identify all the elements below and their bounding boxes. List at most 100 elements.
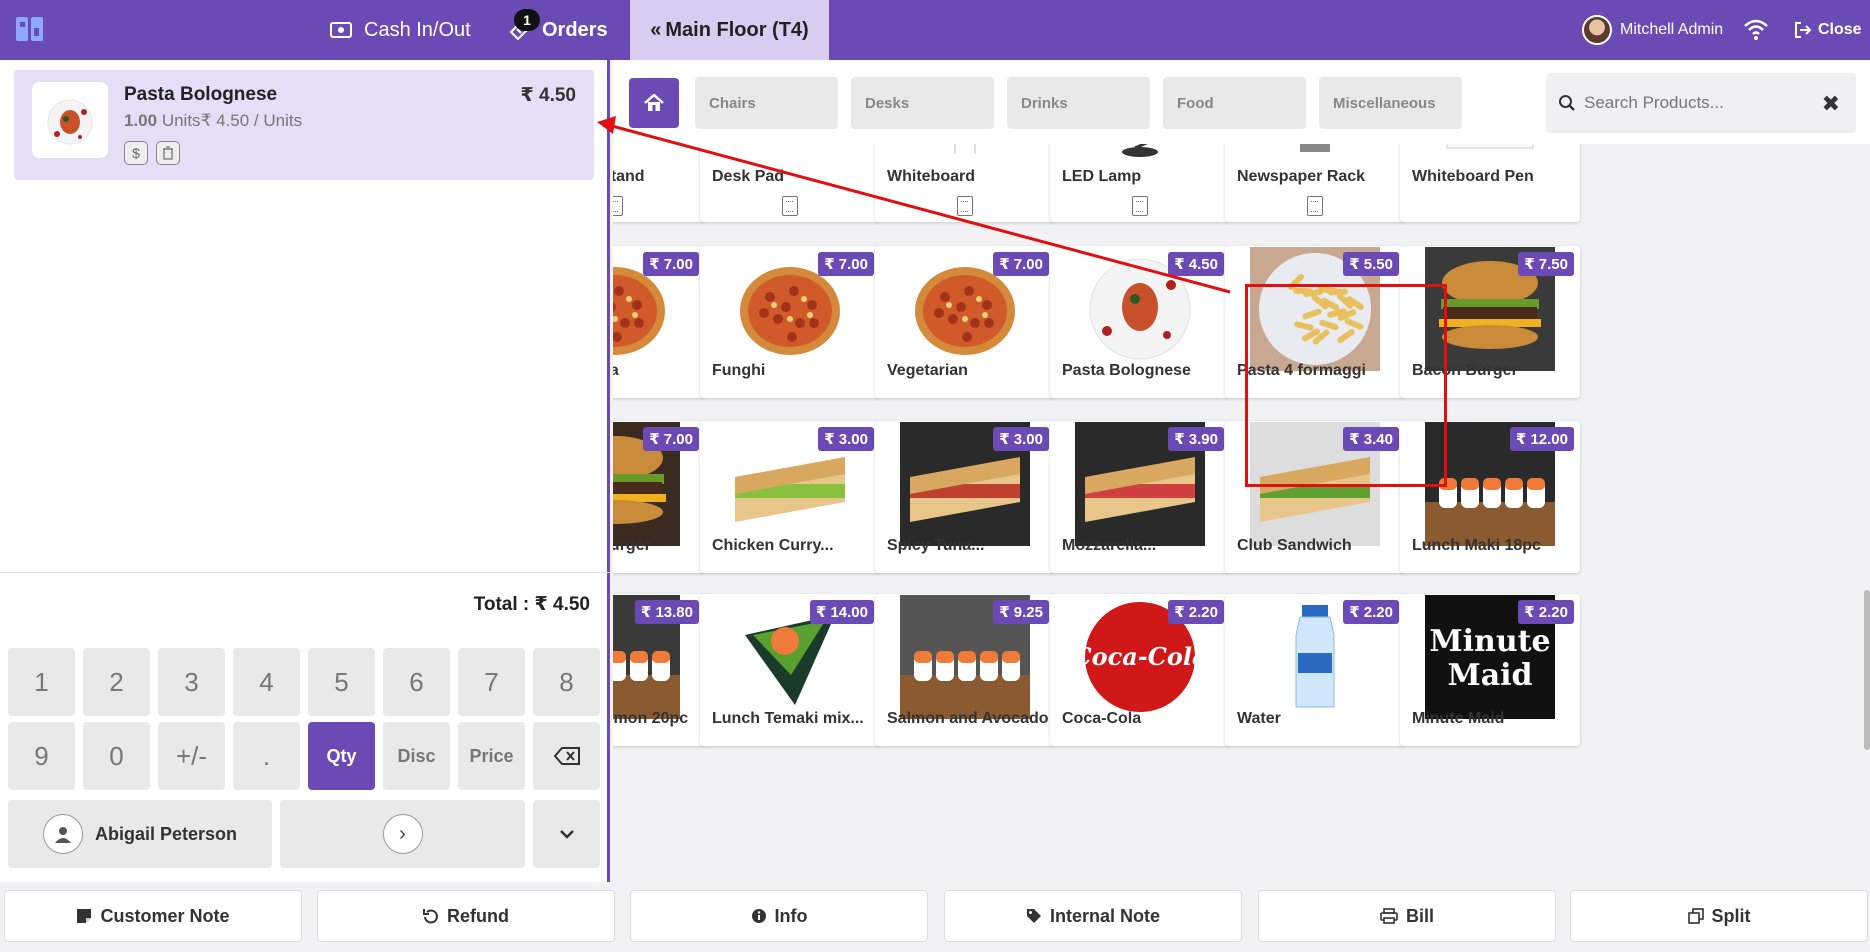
price-icon[interactable]: $ [124, 141, 148, 165]
key-9[interactable]: 9 [8, 722, 75, 790]
refund-button[interactable]: Refund [317, 890, 615, 942]
cash-in-out-button[interactable]: Cash In/Out [330, 0, 471, 60]
price-badge: ₹ 7.00 [993, 252, 1049, 276]
product-card[interactable]: Club Sandwich ₹ 3.40 [1225, 421, 1405, 573]
close-button[interactable]: Close [1794, 0, 1862, 60]
floor-back-button[interactable]: « Main Floor (T4) [630, 0, 829, 60]
product-name: Lunch Salmon 20pc [613, 710, 689, 727]
product-name: Water [1237, 710, 1281, 727]
product-card[interactable]: Cheese Burger ₹ 7.00 [613, 421, 705, 573]
product-name: Lunch Maki 18pc [1412, 537, 1541, 554]
order-line-name: Pasta Bolognese [124, 84, 278, 105]
split-button[interactable]: Split [1570, 890, 1868, 942]
key-4[interactable]: 4 [233, 648, 300, 716]
product-card[interactable]: Margherita ₹ 7.00 [613, 246, 705, 398]
product-card[interactable]: Vegetarian ₹ 7.00 [875, 246, 1055, 398]
product-name: Chicken Curry... [712, 537, 834, 554]
backspace-icon[interactable] [533, 722, 600, 790]
info-button[interactable]: Info [630, 890, 928, 942]
price-badge: ₹ 9.25 [993, 600, 1049, 624]
double-chevron-left-icon: « [650, 18, 662, 41]
product-name: Lunch Temaki mix... [712, 710, 864, 727]
minute-maid-logo-text-2: Maid [1447, 658, 1532, 693]
product-card[interactable]: Coca-Cola Coca-Cola ₹ 2.20 [1050, 594, 1230, 746]
customer-note-button[interactable]: Customer Note [4, 890, 302, 942]
key-plus-minus[interactable]: +/- [158, 722, 225, 790]
price-mode-button[interactable]: Price [458, 722, 525, 790]
search-icon [1559, 95, 1575, 111]
doc-icon [782, 196, 798, 216]
product-name: Minute Maid [1412, 710, 1505, 727]
price-badge: ₹ 2.20 [1168, 600, 1224, 624]
key-0[interactable]: 0 [83, 722, 150, 790]
order-line-image [32, 82, 108, 158]
minute-maid-logo-text-1: Minute [1429, 624, 1550, 659]
product-name: Desk Pad [712, 168, 785, 185]
scrollbar[interactable] [1864, 590, 1870, 750]
price-badge: ₹ 3.90 [1168, 427, 1224, 451]
discount-mode-button[interactable]: Disc [383, 722, 450, 790]
home-category-button[interactable] [629, 78, 679, 128]
user-menu[interactable]: Mitchell Admin [1582, 0, 1723, 60]
clear-search-icon[interactable]: ✖ [1822, 91, 1840, 117]
user-icon [42, 814, 83, 854]
product-card[interactable]: Spicy Tuna... ₹ 3.00 [875, 421, 1055, 573]
user-name: Mitchell Admin [1620, 21, 1724, 38]
product-card[interactable]: Pasta 4 formaggi ₹ 5.50 [1225, 246, 1405, 398]
internal-note-button[interactable]: Internal Note [944, 890, 1242, 942]
product-card[interactable]: Water ₹ 2.20 [1225, 594, 1405, 746]
product-card[interactable]: Lunch Temaki mix... ₹ 14.00 [700, 594, 880, 746]
category-drinks[interactable]: Drinks [1007, 77, 1150, 129]
floor-label: Main Floor (T4) [665, 18, 809, 41]
product-card[interactable]: Lunch Salmon 20pc ₹ 13.80 [613, 594, 705, 746]
product-card[interactable]: Lunch Maki 18pc ₹ 12.00 [1400, 421, 1580, 573]
product-card[interactable]: Mozzarella... ₹ 3.90 [1050, 421, 1230, 573]
key-7[interactable]: 7 [458, 648, 525, 716]
product-card[interactable]: Chicken Curry... ₹ 3.00 [700, 421, 880, 573]
category-chairs[interactable]: Chairs [695, 77, 838, 129]
search-input[interactable] [1584, 93, 1804, 113]
category-miscellaneous[interactable]: Miscellaneous [1319, 77, 1462, 129]
key-5[interactable]: 5 [308, 648, 375, 716]
price-badge: ₹ 2.20 [1343, 600, 1399, 624]
chevron-down-icon [559, 830, 574, 839]
trash-icon[interactable] [156, 141, 180, 165]
customer-button[interactable]: Abigail Peterson [8, 800, 272, 868]
key-6[interactable]: 6 [383, 648, 450, 716]
product-card[interactable]: Bacon Burger ₹ 7.50 [1400, 246, 1580, 398]
product-card[interactable]: Funghi ₹ 7.00 [700, 246, 880, 398]
order-total-row: Total : ₹ 4.50 [0, 572, 610, 660]
category-desks[interactable]: Desks [851, 77, 994, 129]
internal-note-label: Internal Note [1049, 905, 1160, 926]
key-1[interactable]: 1 [8, 648, 75, 716]
bill-button[interactable]: Bill [1258, 890, 1556, 942]
doc-icon [1307, 196, 1323, 216]
order-line[interactable]: Pasta Bolognese ₹ 4.50 1.00 Units₹ 4.50 … [14, 70, 594, 180]
key-3[interactable]: 3 [158, 648, 225, 716]
key-decimal[interactable]: . [233, 722, 300, 790]
key-8[interactable]: 8 [533, 648, 600, 716]
info-label: Info [774, 905, 808, 926]
price-badge: ₹ 2.20 [1518, 600, 1574, 624]
product-card[interactable]: Pasta Bolognese ₹ 4.50 [1050, 246, 1230, 398]
doc-icon [957, 196, 973, 216]
undo-icon [423, 909, 438, 924]
product-card[interactable]: Minute Maid Minute Maid ₹ 2.20 [1400, 594, 1580, 746]
odoo-logo-icon[interactable] [14, 14, 46, 44]
product-panel: Chairs Desks Drinks Food Miscellaneous ✖… [613, 60, 1870, 882]
product-search: ✖ [1546, 73, 1856, 133]
copy-icon [1687, 908, 1704, 924]
qty-mode-button[interactable]: Qty [308, 722, 375, 790]
product-name: Pasta Bolognese [1062, 362, 1191, 379]
customer-name: Abigail Peterson [94, 823, 238, 844]
product-card[interactable]: Salmon and Avocado ₹ 9.25 [875, 594, 1055, 746]
more-actions-button[interactable] [533, 800, 600, 868]
category-food[interactable]: Food [1163, 77, 1306, 129]
key-2[interactable]: 2 [83, 648, 150, 716]
product-name: Funghi [712, 362, 766, 379]
bill-label: Bill [1405, 905, 1434, 926]
avatar [1582, 15, 1612, 45]
payment-button[interactable]: › [280, 800, 525, 868]
product-name: Salmon and Avocado [887, 710, 1049, 727]
product-name: Bacon Burger [1412, 362, 1518, 379]
